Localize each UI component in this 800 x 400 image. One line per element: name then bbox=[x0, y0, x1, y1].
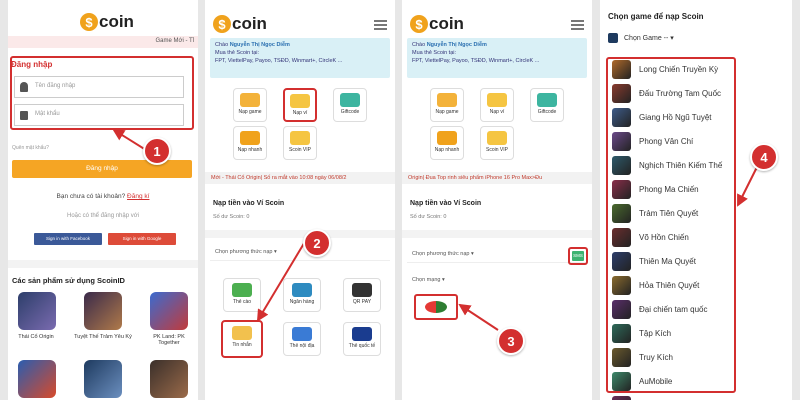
arrow-3 bbox=[458, 303, 499, 331]
step-badge-1: 1 bbox=[143, 137, 171, 165]
arrow-1 bbox=[112, 128, 147, 151]
annotation-layer bbox=[112, 128, 759, 331]
step-badge-3: 3 bbox=[497, 327, 525, 355]
step-badge-2: 2 bbox=[303, 229, 331, 257]
arrow-4 bbox=[737, 164, 759, 207]
step-badge-4: 4 bbox=[750, 143, 778, 171]
arrow-2 bbox=[256, 239, 307, 322]
